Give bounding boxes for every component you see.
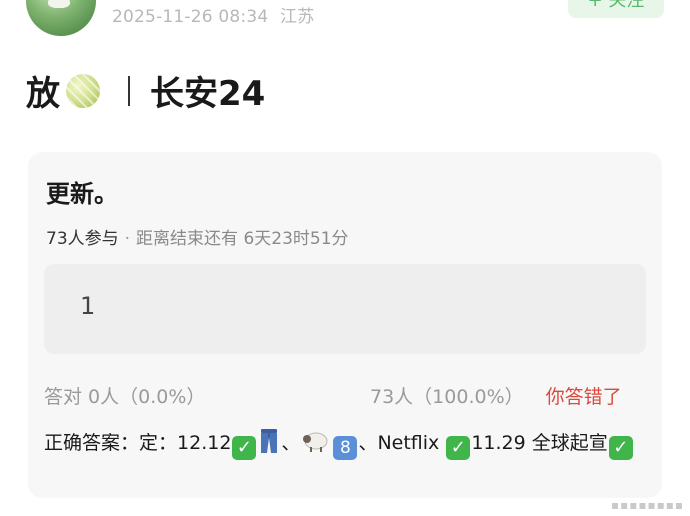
- meta-dot: ·: [124, 229, 131, 249]
- check-mark-icon: ✓: [446, 436, 471, 460]
- wrong-stat-group: 73人（100.0%） 你答错了: [370, 382, 622, 409]
- answer-part2: 11.29 全球起宣: [471, 432, 608, 454]
- avatar[interactable]: [26, 0, 96, 36]
- poll-option-text: 1: [80, 292, 96, 320]
- poll-post-page: 2025-11-26 08:34 江苏 + 关注 放 长安24 更新。 73人参…: [0, 0, 690, 516]
- answer-sep2: 、Netflix: [358, 432, 446, 454]
- title-suffix: 长安24: [150, 74, 266, 114]
- follow-button[interactable]: + 关注: [568, 0, 664, 18]
- poll-title: 更新。: [46, 180, 118, 208]
- answer-sep1: 、: [281, 432, 301, 454]
- post-timestamp: 2025-11-26 08:34: [112, 7, 269, 27]
- post-location: 江苏: [280, 7, 315, 27]
- check-mark-icon: ✓: [232, 436, 257, 460]
- sheep-icon: [303, 432, 328, 452]
- participant-count: 73人参与: [46, 229, 119, 249]
- wrong-stat: 73人（100.0%）: [370, 386, 524, 408]
- poll-meta: 73人参与 · 距离结束还有 6天23时51分: [46, 224, 349, 249]
- check-mark-icon: ✓: [608, 436, 633, 460]
- watermark: ▪▪▪▪▪▪▪▪: [610, 498, 684, 512]
- poll-stats: 答对 0人（0.0%） 73人（100.0%） 你答错了: [44, 382, 646, 409]
- title-prefix: 放: [26, 74, 60, 114]
- keycap-eight-icon: 8: [333, 436, 358, 460]
- poll-card: 更新。 73人参与 · 距离结束还有 6天23时51分 1 答对 0人（0.0%） …: [28, 152, 662, 498]
- answer-label: 正确答案：: [44, 432, 140, 454]
- poll-option[interactable]: 1: [44, 264, 646, 354]
- melon-icon: [66, 73, 100, 108]
- wrong-answer-label: 你答错了: [545, 386, 622, 408]
- title-divider: [128, 75, 130, 106]
- post-meta: 2025-11-26 08:34 江苏: [112, 2, 314, 27]
- post-title: 放 长安24: [26, 66, 265, 115]
- correct-answer: 正确答案：定：12.12 ✓ 、 8 、Netflix ✓ 11.29 全球起宣 ✓: [44, 428, 644, 460]
- avatar-image: [48, 0, 70, 8]
- correct-stat: 答对 0人（0.0%）: [44, 386, 206, 408]
- answer-part1: 定：12.12: [139, 432, 232, 454]
- jeans-icon: [261, 429, 278, 453]
- time-remaining: 距离结束还有 6天23时51分: [136, 229, 349, 249]
